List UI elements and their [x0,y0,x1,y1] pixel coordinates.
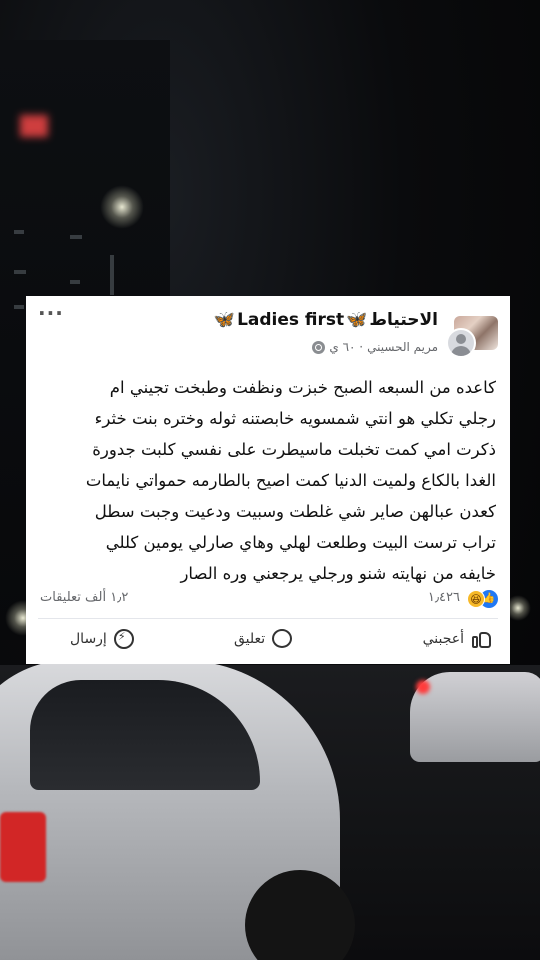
group-title[interactable]: 🦋 Ladies first 🦋 الاحتياط [214,310,438,330]
comment-label: تعليق [234,631,266,647]
street-light [100,185,144,229]
post-header: ··· 🦋 Ladies first 🦋 الاحتياط ٦٠ ي · مري… [26,296,510,362]
post-line: تراب ترست البيت وطلعت لهلي وهاي صارلي يو… [105,533,496,552]
post-line: خايفه من نهايته شنو ورجلي يرجعني وره الص… [180,564,496,583]
butterfly-icon: 🦋 [213,310,236,330]
reactions-count[interactable]: ١٫٤٢٦ [428,590,460,605]
comment-icon [271,628,293,650]
action-bar: أعجبني تعليق إرسال [26,626,510,656]
post-card: ··· 🦋 Ladies first 🦋 الاحتياط ٦٠ ي · مري… [26,296,510,664]
post-time[interactable]: ٦٠ ي · [329,340,363,354]
tail-light [416,680,430,694]
butterfly-icon: 🦋 [346,310,368,330]
reactions-bar: 👍 😆 ١٫٤٢٦ ١٫٢ ألف تعليقات [26,588,510,610]
author-avatar[interactable] [446,328,476,358]
author-name[interactable]: مريم الحسيني [367,340,438,354]
messenger-icon [113,628,135,650]
like-button[interactable]: أعجبني [423,628,492,650]
post-line: الغدا بالكاع ولميت الدنيا كمت اصيح بالطا… [85,471,496,490]
send-button[interactable]: إرسال [70,628,135,650]
like-label: أعجبني [422,631,464,647]
more-options-icon[interactable]: ··· [38,303,64,323]
post-line: ذكرت امي كمت تخبلت ماسيطرت على نفسي كلبت… [92,440,496,459]
divider [38,618,498,619]
haha-reaction-icon: 😆 [467,590,485,608]
reaction-icons[interactable]: 👍 😆 [464,590,498,608]
audience-icon [312,340,326,354]
post-meta: ٦٠ ي · مريم الحسيني [312,340,438,354]
send-label: إرسال [70,631,107,647]
post-line: رجلي تكلي هو انتي شمسويه خابصتنه ثوله وخ… [94,409,496,428]
post-text: كاعده من السبعه الصبح خبزت ونظفت وطبخت ت… [40,372,496,589]
red-neon-light [20,115,48,137]
group-suffix: الاحتياط [369,310,438,330]
group-name: Ladies first [237,310,345,330]
avatar-stack[interactable] [446,316,498,358]
post-line: كعدن عبالهن صاير شي غلطت وسبيت ودعيت وجب… [94,502,496,521]
tail-light [0,812,46,882]
comments-count[interactable]: ١٫٢ ألف تعليقات [40,590,128,605]
post-line: كاعده من السبعه الصبح خبزت ونظفت وطبخت ت… [109,378,496,397]
like-icon [470,628,492,650]
comment-button[interactable]: تعليق [234,628,293,650]
